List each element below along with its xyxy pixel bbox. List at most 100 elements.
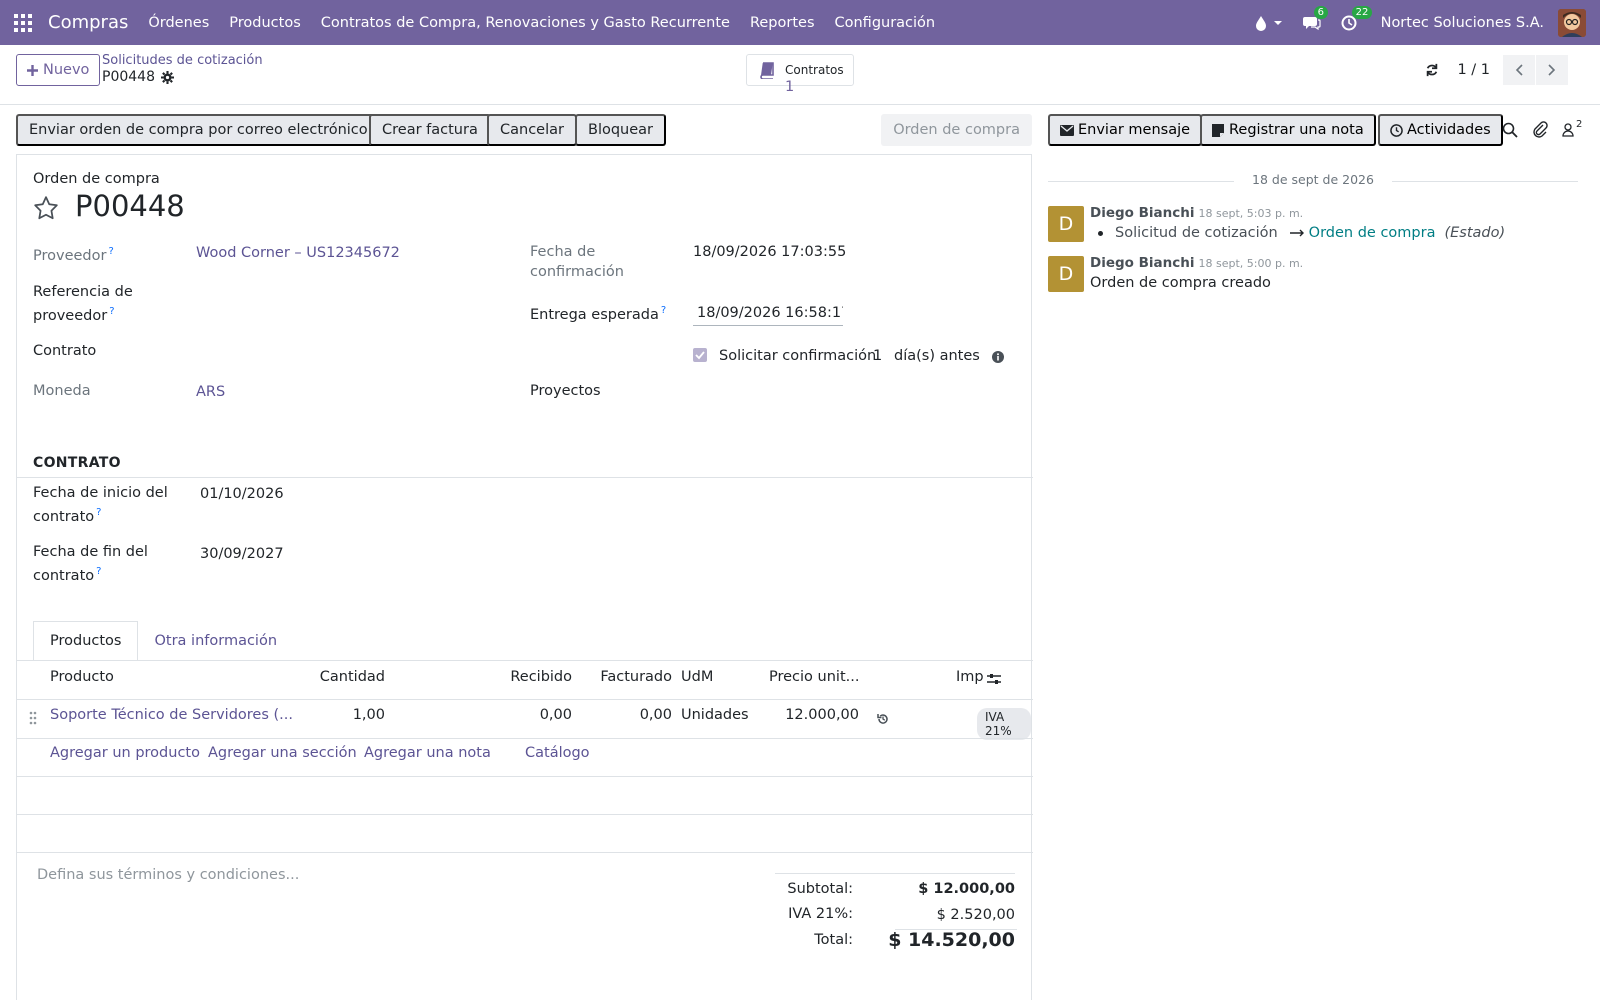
line-precio[interactable]: 12.000,00 — [769, 707, 859, 723]
message-avatar[interactable]: D — [1048, 206, 1084, 242]
header-divider — [17, 699, 1033, 700]
pager-next-button[interactable] — [1536, 55, 1568, 85]
col-impuestos[interactable]: Imp — [956, 669, 984, 685]
ref-proveedor-input[interactable] — [196, 307, 496, 308]
message-body: Orden de compra creado — [1090, 275, 1271, 291]
totals-divider — [775, 873, 1015, 874]
proyectos-input[interactable] — [693, 401, 1013, 402]
moneda-field[interactable]: ARS — [196, 382, 225, 402]
iva-label: IVA 21%: — [788, 906, 853, 922]
new-button[interactable]: Nuevo — [16, 54, 101, 86]
line-cantidad[interactable]: 1,00 — [307, 707, 385, 723]
followers-button[interactable]: 2 — [1562, 119, 1582, 137]
pager-prev-button[interactable] — [1503, 55, 1535, 85]
row-divider — [17, 776, 1033, 777]
entrega-esperada-input[interactable]: 18/09/2026 16:58:17 — [697, 303, 843, 323]
line-facturado: 0,00 — [639, 707, 672, 723]
total-label: Total: — [814, 932, 853, 948]
drop-icon-menu[interactable] — [1255, 15, 1283, 31]
app-brand[interactable]: Compras — [48, 12, 128, 33]
proveedor-field[interactable]: Wood Corner – US12345672 — [196, 243, 400, 263]
fecha-confirmacion-label: Fecha de confirmación — [530, 244, 624, 280]
info-icon[interactable] — [992, 351, 1004, 363]
row-divider — [17, 814, 1033, 815]
column-settings-icon[interactable] — [987, 672, 1001, 686]
chatter-date-separator: 18 de sept de 2026 — [1048, 172, 1578, 187]
control-panel: Nuevo Solicitudes de cotización P00448 C… — [0, 45, 1600, 105]
fecha-inicio-contrato-label: Fecha de inicio del contrato? — [33, 485, 168, 525]
catalog-link[interactable]: Catálogo — [525, 745, 590, 761]
tab-productos[interactable]: Productos — [33, 621, 139, 661]
company-switcher[interactable]: Nortec Soluciones S.A. — [1381, 15, 1544, 31]
col-facturado[interactable]: Facturado — [592, 669, 672, 685]
history-icon[interactable] — [877, 713, 889, 725]
menu-reportes[interactable]: Reportes — [750, 15, 815, 31]
solicitar-confirmacion-label: Solicitar confirmación — [719, 348, 877, 364]
menu-configuracion[interactable]: Configuración — [835, 15, 936, 31]
activities-icon[interactable]: 22 — [1341, 5, 1373, 31]
add-note-link[interactable]: Agregar una nota — [364, 745, 491, 761]
col-cantidad[interactable]: Cantidad — [307, 669, 385, 685]
menu-ordenes[interactable]: Órdenes — [148, 15, 209, 31]
col-recibido[interactable]: Recibido — [497, 669, 572, 685]
solicitar-dias-suffix: día(s) antes — [894, 348, 980, 364]
menu-productos[interactable]: Productos — [229, 15, 300, 31]
gear-icon[interactable] — [160, 70, 174, 84]
subtotal-value: $ 12.000,00 — [918, 881, 1015, 897]
line-producto[interactable]: Soporte Técnico de Servidores (... — [50, 707, 293, 723]
total-value: $ 14.520,00 — [888, 929, 1015, 951]
status-bar: Enviar orden de compra por correo electr… — [16, 114, 1032, 146]
drop-icon — [1255, 15, 1266, 31]
contracts-smart-button[interactable]: Contratos 1 — [746, 54, 854, 95]
fecha-inicio-contrato-value[interactable]: 01/10/2026 — [200, 484, 284, 504]
tab-otra-informacion[interactable]: Otra información — [138, 621, 293, 661]
cancel-button[interactable]: Cancelar — [487, 114, 577, 146]
messages-badge: 6 — [1313, 5, 1328, 19]
add-section-link[interactable]: Agregar una sección — [208, 745, 357, 761]
fecha-confirmacion-value: 18/09/2026 17:03:55 — [693, 244, 847, 260]
pager-value[interactable]: 1 / 1 — [1457, 62, 1490, 78]
activities-button[interactable]: Actividades — [1378, 114, 1503, 146]
solicitar-confirmacion-checkbox[interactable] — [693, 348, 707, 362]
proveedor-label: Proveedor? — [33, 246, 114, 264]
breadcrumb-link[interactable]: Solicitudes de cotización — [102, 53, 263, 68]
user-avatar[interactable] — [1558, 8, 1586, 37]
contrato-input[interactable] — [196, 361, 496, 362]
log-note-button[interactable]: Registrar una nota — [1200, 114, 1376, 146]
drag-handle-icon[interactable] — [29, 711, 37, 725]
proyectos-label: Proyectos — [530, 383, 601, 399]
line-recibido: 0,00 — [539, 707, 572, 723]
send-po-email-button[interactable]: Enviar orden de compra por correo electr… — [16, 114, 381, 146]
breadcrumb-current: P00448 — [102, 69, 174, 85]
col-precio-unitario[interactable]: Precio unit... — [769, 669, 859, 685]
col-udm[interactable]: UdM — [681, 669, 713, 685]
ref-proveedor-label: Referencia de proveedor? — [33, 284, 133, 324]
iva-value: $ 2.520,00 — [936, 907, 1015, 923]
line-udm[interactable]: Unidades — [681, 707, 749, 723]
send-message-button[interactable]: Enviar mensaje — [1048, 114, 1203, 146]
paperclip-icon[interactable] — [1532, 120, 1548, 138]
solicitar-dias-input[interactable]: 1 — [873, 346, 882, 366]
search-icon[interactable] — [1502, 122, 1518, 138]
tax-tag[interactable]: IVA 21% — [977, 708, 1031, 740]
add-product-link[interactable]: Agregar un producto — [50, 745, 200, 761]
new-button-label: Nuevo — [43, 62, 90, 78]
col-producto[interactable]: Producto — [50, 669, 114, 685]
star-icon[interactable] — [33, 195, 59, 221]
create-invoice-button[interactable]: Crear factura — [369, 114, 491, 146]
messages-icon[interactable]: 6 — [1302, 5, 1328, 31]
chevron-left-icon — [1515, 64, 1523, 76]
smart-button-value: 1 — [785, 78, 795, 95]
section-divider — [17, 477, 1033, 478]
fecha-fin-contrato-value[interactable]: 30/09/2027 — [200, 544, 284, 564]
lock-button[interactable]: Bloquear — [575, 114, 667, 146]
message-avatar[interactable]: D — [1048, 256, 1084, 292]
terms-input[interactable]: Defina sus términos y condiciones... — [37, 867, 299, 883]
menu-contratos[interactable]: Contratos de Compra, Renovaciones y Gast… — [321, 15, 730, 31]
refresh-icon[interactable] — [1425, 63, 1439, 77]
stage-indicator: Orden de compra — [881, 114, 1032, 146]
contrato-label: Contrato — [33, 343, 97, 359]
apps-grid-icon[interactable] — [14, 13, 32, 32]
message-author: Diego Bianchi 18 sept, 5:00 p. m. — [1090, 255, 1304, 271]
send-message-label: Enviar mensaje — [1078, 122, 1191, 138]
